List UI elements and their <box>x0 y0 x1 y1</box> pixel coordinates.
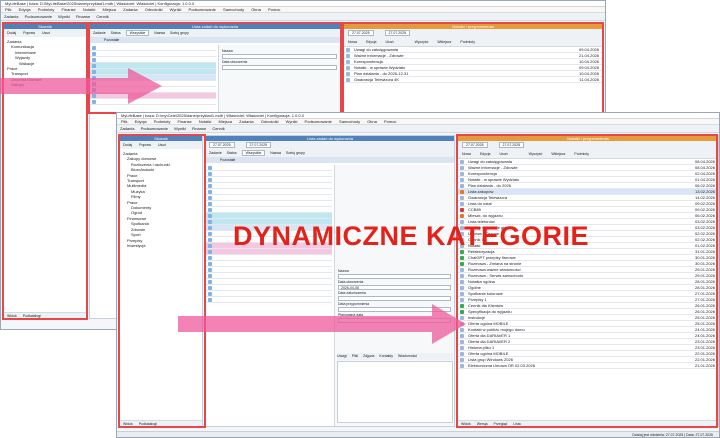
arrow-top <box>0 68 162 104</box>
headline: DYNAMICZNE KATEGORIE <box>233 221 590 251</box>
arrow-graphic <box>0 68 466 344</box>
arrow-bottom <box>178 304 466 344</box>
